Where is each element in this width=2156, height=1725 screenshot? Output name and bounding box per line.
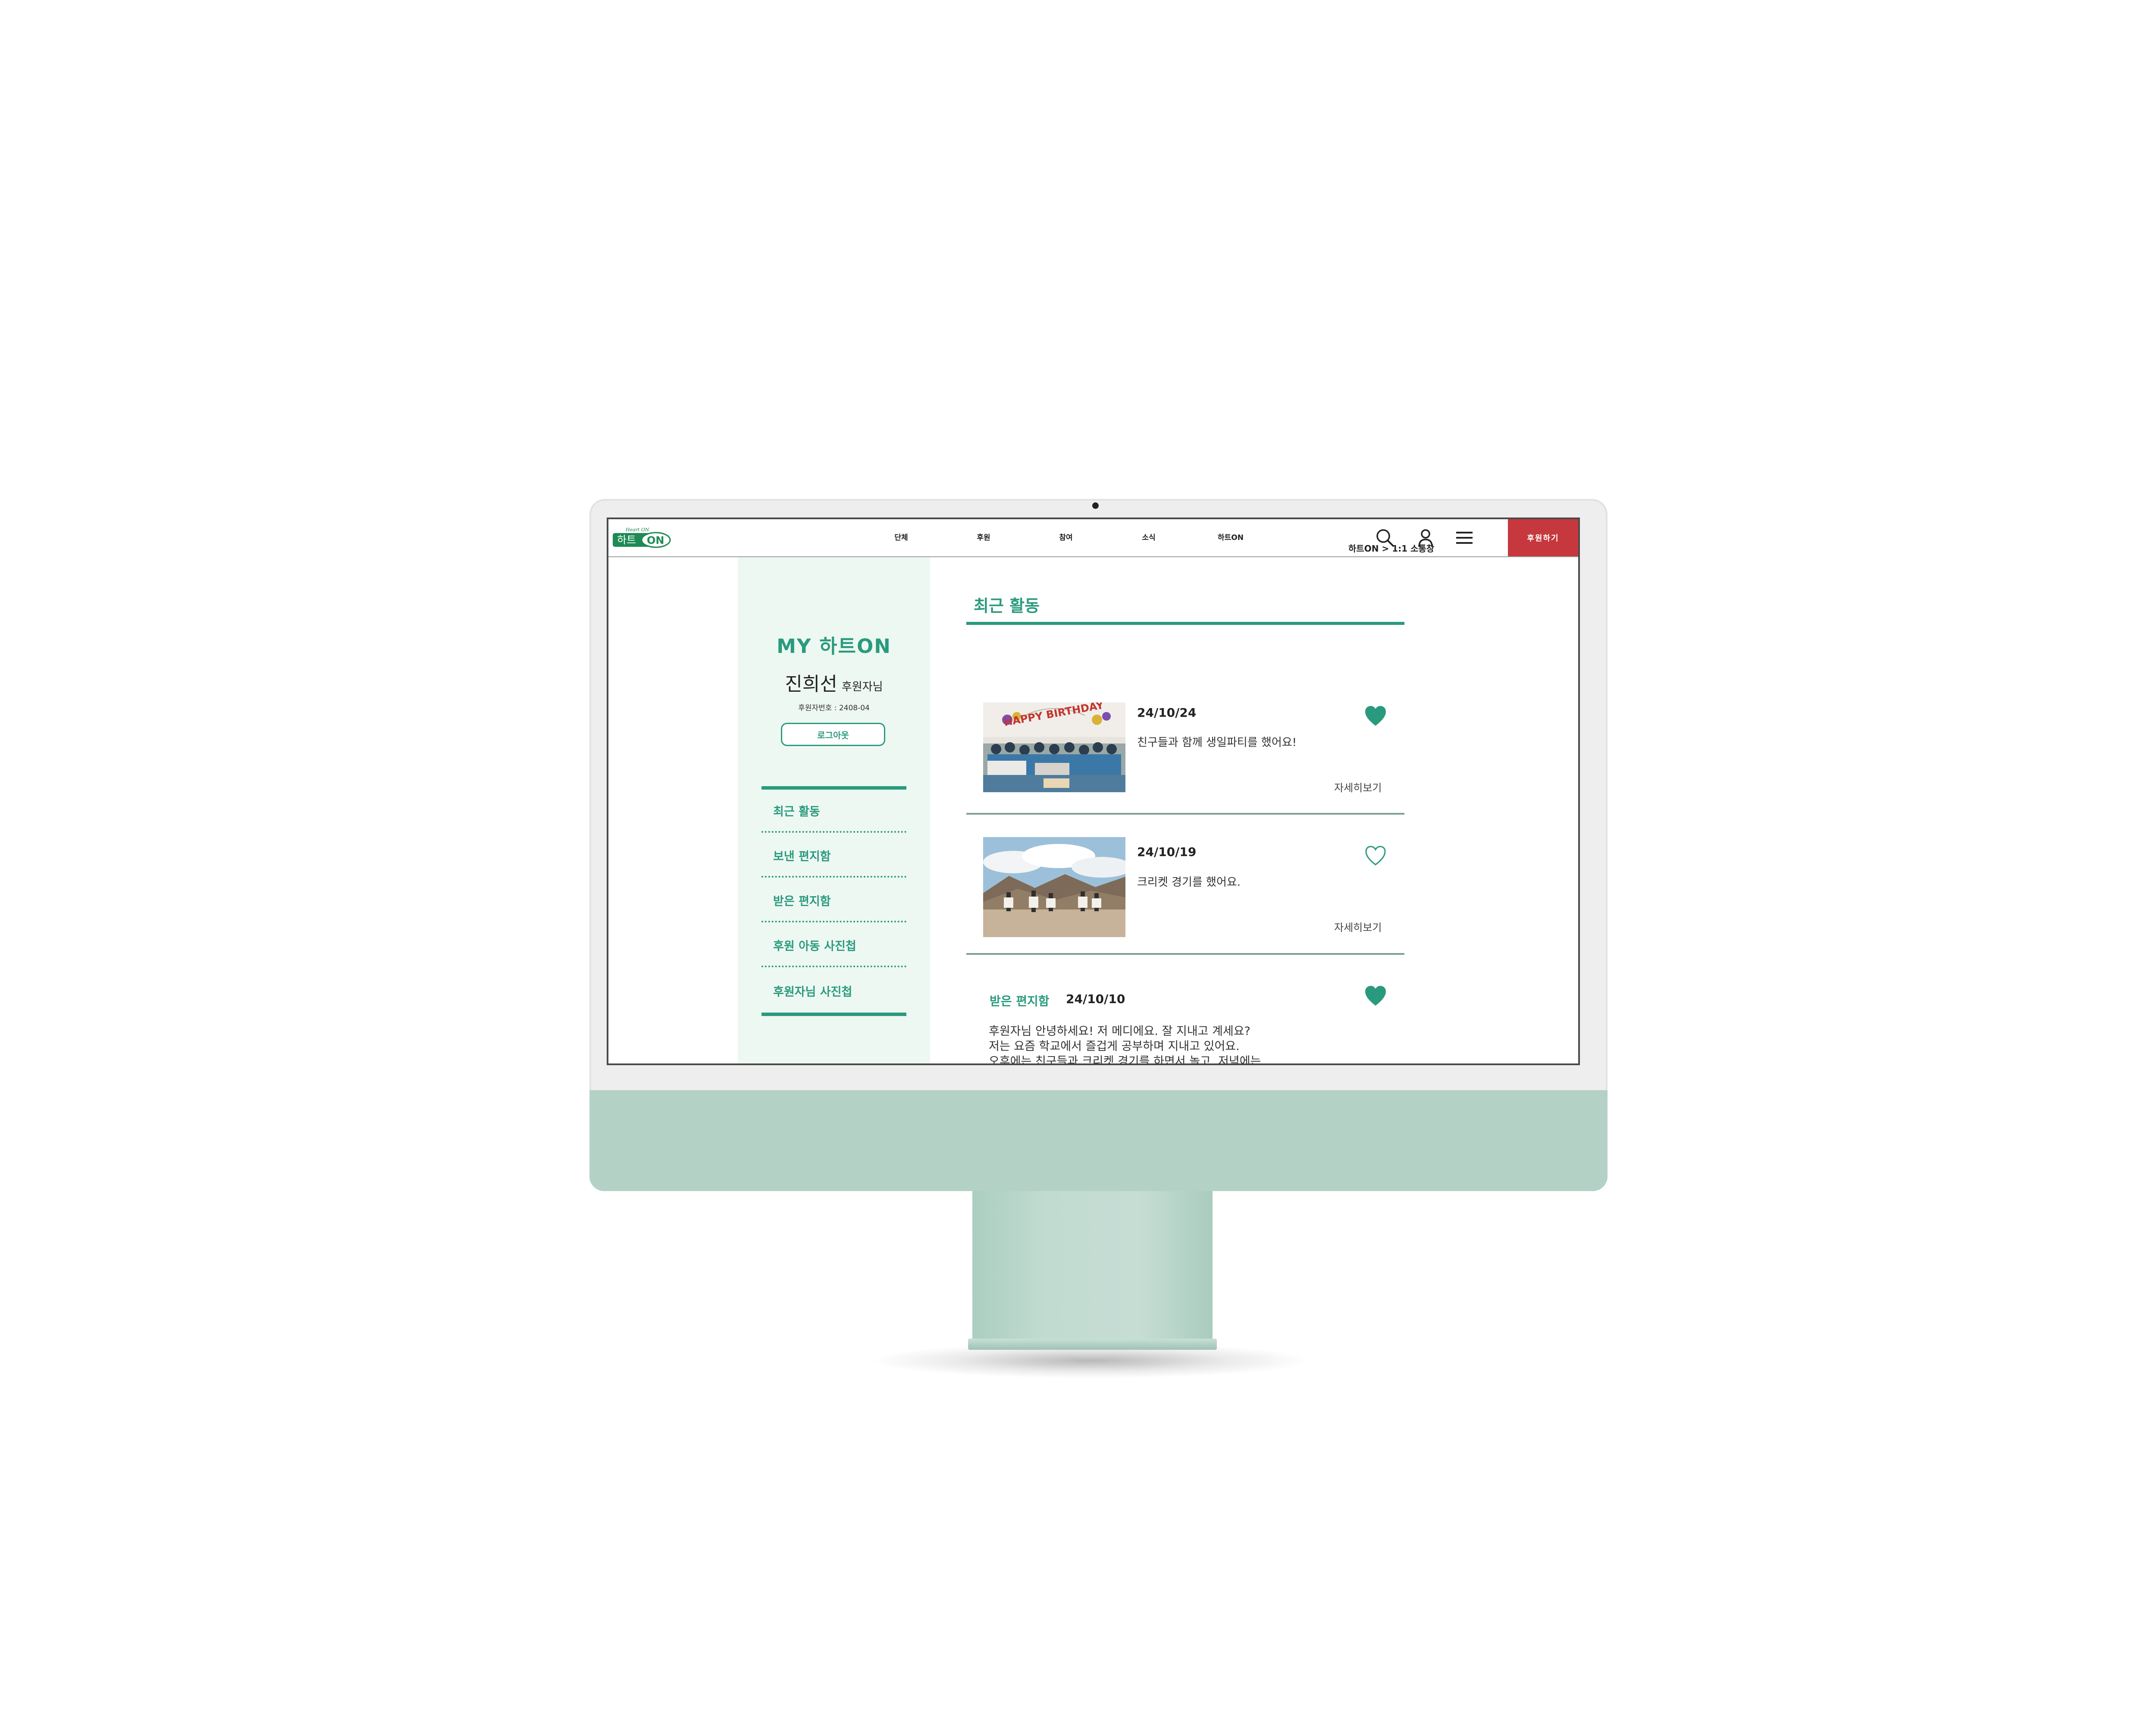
card-more-link[interactable]: 자세히보기	[1334, 919, 1382, 934]
camera-icon	[1092, 502, 1099, 509]
nav-item-participate[interactable]: 참여	[1044, 531, 1087, 542]
sidebar: MY 하트ON 진희선 후원자님 후원자번호 : 2408-04 로그아웃 최근 …	[738, 557, 930, 1063]
monitor-chin	[589, 1090, 1608, 1191]
monitor-screen: Heart ON 하트 ON 단체 후원 참여 소식 하트ON 후원하기 MY …	[607, 518, 1580, 1065]
sidebar-item-sent-letters[interactable]: 보낸 편지함	[761, 834, 906, 878]
card-more-link[interactable]: 자세히보기	[1334, 779, 1382, 794]
logo-tagline: Heart ON	[625, 527, 649, 533]
card-date: 24/10/24	[1137, 706, 1197, 720]
heart-outline-icon[interactable]	[1364, 845, 1387, 866]
card-divider	[966, 813, 1404, 815]
card-photo-birthday[interactable]: HAPPY BIRTHDAY	[983, 703, 1125, 792]
sidebar-item-child-album[interactable]: 후원 아동 사진첩	[761, 924, 906, 967]
logo-mark: Heart ON 하트 ON	[613, 527, 671, 548]
letter-more-link[interactable]: 자세히보기	[1335, 1060, 1383, 1063]
sidebar-rule-bottom	[761, 1013, 906, 1016]
user-info: 진희선 후원자님	[738, 668, 930, 696]
section-title: 최근 활동	[974, 596, 1040, 615]
logout-button[interactable]: 로그아웃	[781, 723, 885, 746]
heart-filled-icon[interactable]	[1364, 985, 1387, 1007]
heart-filled-icon[interactable]	[1364, 705, 1387, 727]
sidebar-item-sponsor-album[interactable]: 후원자님 사진첩	[761, 969, 906, 1012]
nav-item-donate[interactable]: 후원	[962, 531, 1005, 542]
letter-tag: 받은 편지함	[990, 994, 1050, 1008]
user-name: 진희선	[785, 673, 837, 695]
monitor-stand-base	[968, 1339, 1217, 1350]
letter-date: 24/10/10	[1066, 992, 1125, 1006]
card-date: 24/10/19	[1137, 845, 1197, 859]
nav-item-hearton[interactable]: 하트ON	[1209, 531, 1252, 542]
logo-text-en: ON	[647, 534, 664, 546]
letter-line: 오후에는 친구들과 크리켓 경기를 하면서 놀고, 저녁에는.....	[989, 1055, 1280, 1065]
card-text: 크리켓 경기를 했어요.	[1137, 876, 1241, 889]
letter-line: 저는 요즘 학교에서 즐겁게 공부하며 지내고 있어요.	[989, 1040, 1240, 1053]
user-suffix: 후원자님	[841, 681, 883, 693]
member-number: 후원자번호 : 2408-04	[798, 704, 870, 712]
card-photo-cricket[interactable]	[983, 837, 1125, 937]
sidebar-title: MY 하트ON	[777, 635, 891, 658]
breadcrumb: 하트ON > 1:1 소통창	[1348, 543, 1435, 554]
sidebar-item-received-letters[interactable]: 받은 편지함	[761, 879, 906, 922]
monitor-stand	[972, 1191, 1213, 1342]
sidebar-item-recent[interactable]: 최근 활동	[761, 790, 906, 833]
nav-item-group[interactable]: 단체	[880, 531, 923, 542]
card-text: 친구들과 함께 생일파티를 했어요!	[1137, 736, 1297, 749]
sidebar-rule-top	[761, 786, 906, 790]
donate-button[interactable]: 후원하기	[1508, 519, 1578, 556]
section-rule	[966, 622, 1404, 625]
logo-text-ko: 하트	[617, 534, 636, 546]
letter-line: 후원자님 안녕하세요! 저 메디에요. 잘 지내고 계세요?	[989, 1025, 1250, 1038]
nav-item-news[interactable]: 소식	[1127, 531, 1170, 542]
logo[interactable]: Heart ON 하트 ON	[611, 525, 671, 550]
menu-icon[interactable]	[1454, 528, 1474, 548]
card-divider	[966, 953, 1404, 955]
